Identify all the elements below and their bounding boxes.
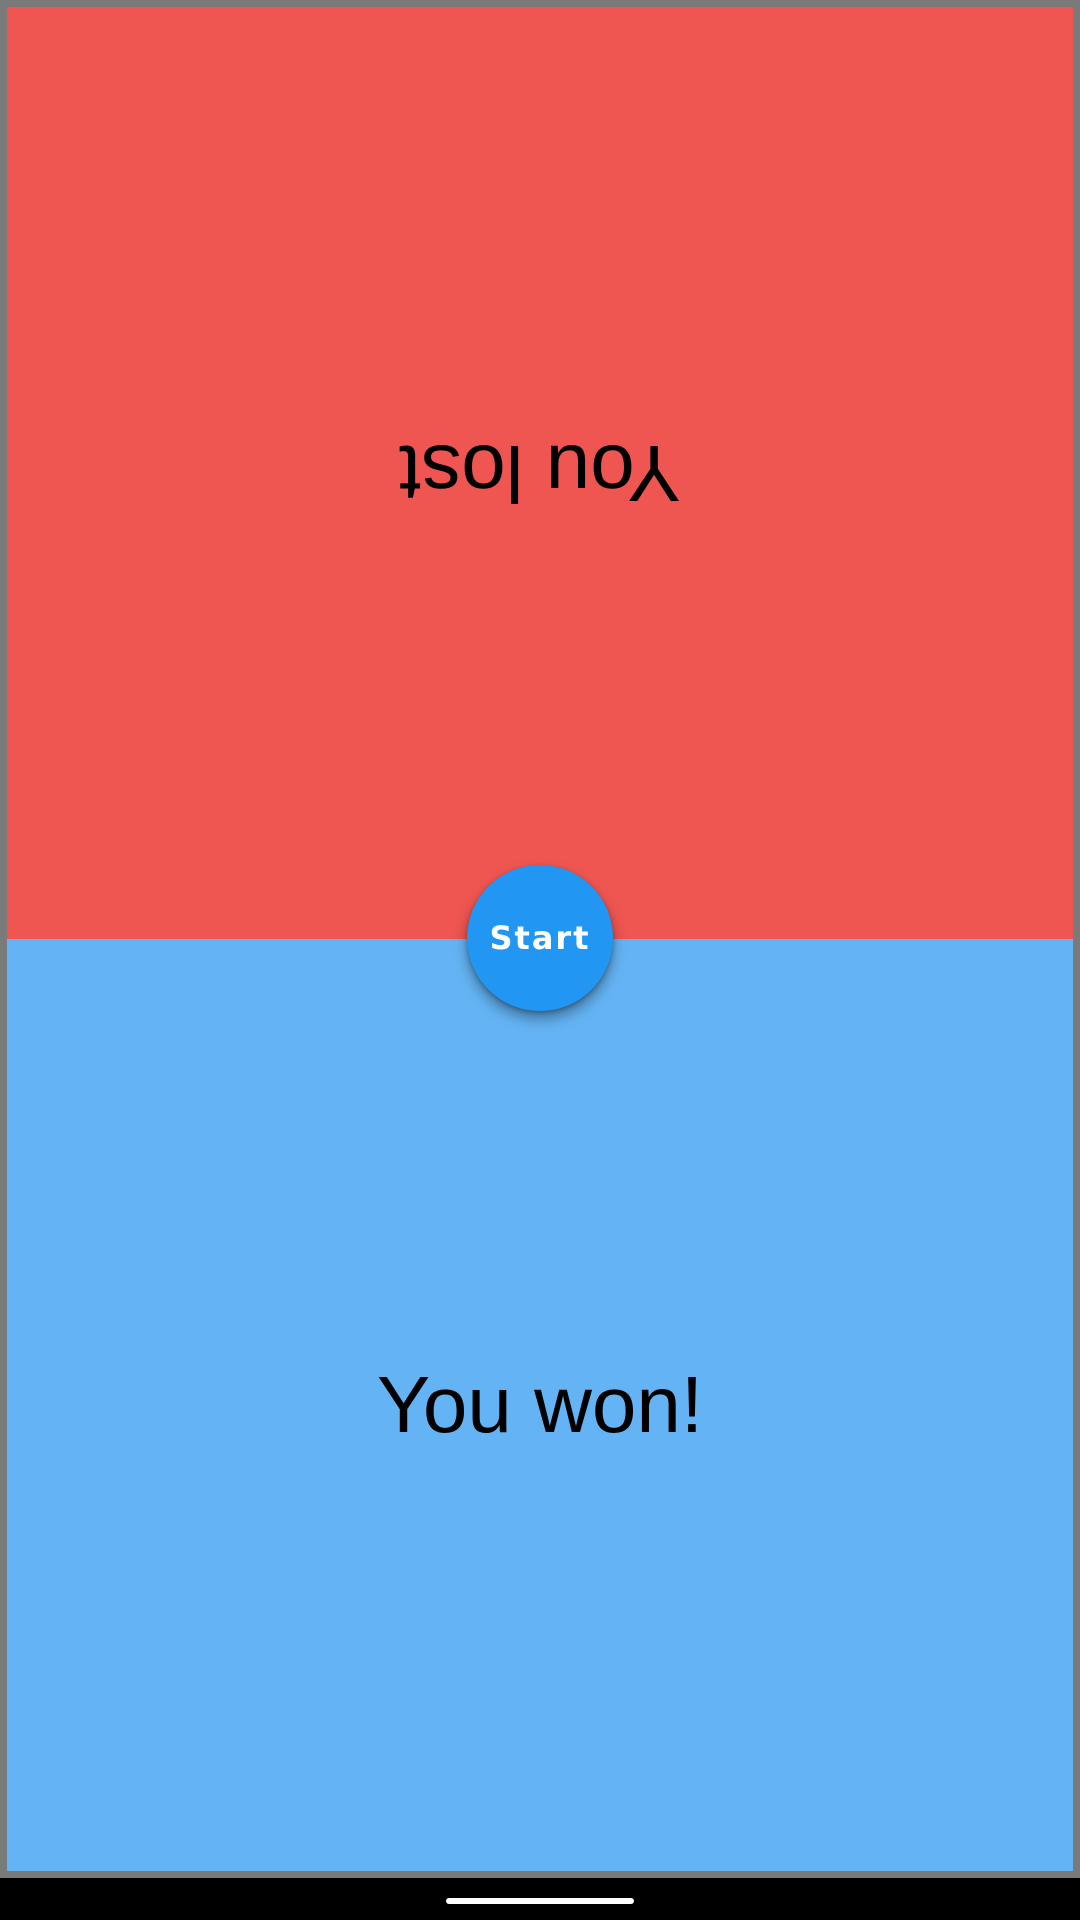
game-screen: You lost You won! Start <box>7 7 1073 1871</box>
start-button[interactable]: Start <box>467 865 613 1011</box>
player-two-panel[interactable]: You lost <box>7 7 1073 939</box>
player-one-result-text: You won! <box>376 1360 704 1449</box>
system-navigation-bar <box>0 1878 1080 1920</box>
player-one-panel[interactable]: You won! <box>7 939 1073 1871</box>
start-button-label: Start <box>489 919 591 957</box>
home-indicator[interactable] <box>446 1898 634 1904</box>
player-two-result-text: You lost <box>399 429 681 518</box>
device-screen: You lost You won! Start <box>0 0 1080 1920</box>
app-frame: You lost You won! Start <box>0 0 1080 1878</box>
